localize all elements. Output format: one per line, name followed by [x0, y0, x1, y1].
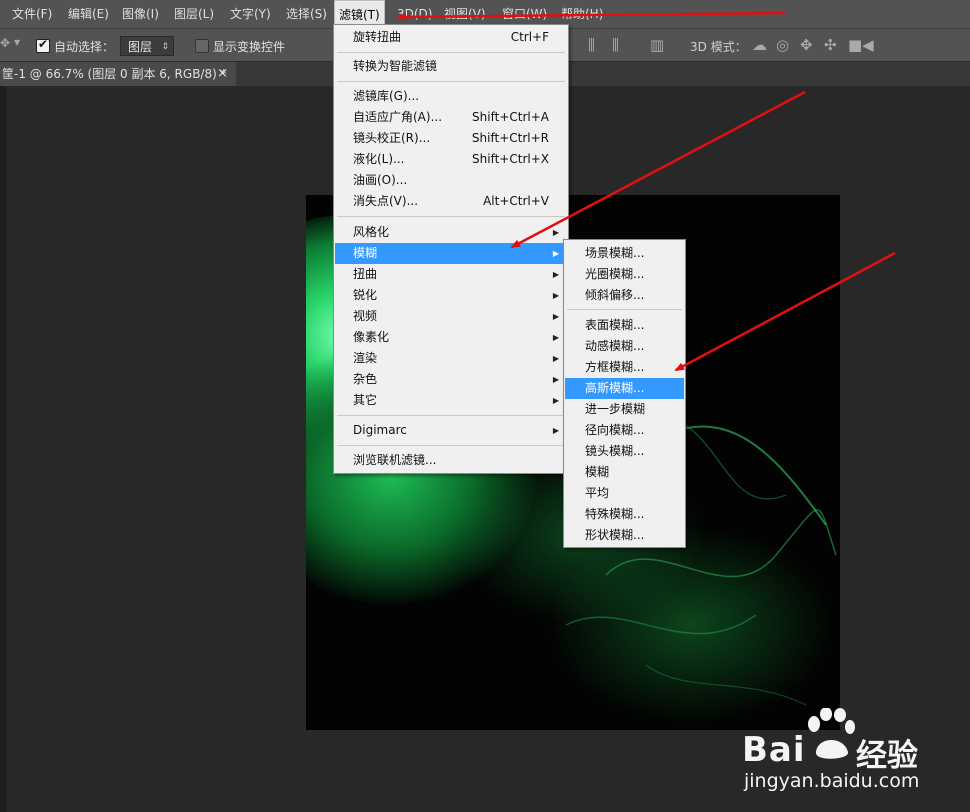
menu-item-smart-filter[interactable]: 转换为智能滤镜 — [335, 56, 567, 77]
auto-select-label: 自动选择： — [54, 40, 115, 54]
move-tool-icon[interactable]: ✥ — [0, 36, 10, 50]
menu-edit[interactable]: 编辑(E) — [68, 0, 109, 28]
menu-separator — [337, 52, 565, 53]
layer-select[interactable]: 图层 ⇕ — [120, 36, 174, 56]
menu-layer[interactable]: 图层(L) — [174, 0, 214, 28]
baidu-jingyan-watermark: Bai 经验 jingyan.baidu.com — [742, 708, 942, 800]
menu-separator — [337, 415, 565, 416]
menu-item-digimarc[interactable]: Digimarc ▶ — [335, 420, 567, 441]
submenu-item-average[interactable]: 平均 — [565, 483, 684, 504]
menu-separator — [337, 445, 565, 446]
menu-item-pixelate[interactable]: 像素化 ▶ — [335, 327, 567, 348]
menu-item-liquify[interactable]: 液化(L)... Shift+Ctrl+X — [335, 149, 567, 170]
submenu-arrow-icon: ▶ — [552, 354, 559, 363]
submenu-item-shape-blur[interactable]: 形状模糊... — [565, 525, 684, 546]
3d-roll-icon[interactable]: ◎ — [776, 36, 789, 54]
document-tab[interactable]: 筐-1 @ 66.7% (图层 0 副本 6, RGB/8) * × — [0, 62, 236, 86]
3d-slide-icon[interactable]: ✣ — [824, 36, 837, 54]
submenu-item-field-blur[interactable]: 场景模糊... — [565, 243, 684, 264]
3d-scale-icon[interactable]: ■◀ — [848, 36, 874, 54]
submenu-item-motion-blur[interactable]: 动感模糊... — [565, 336, 684, 357]
menu-item-video[interactable]: 视频 ▶ — [335, 306, 567, 327]
menu-image[interactable]: 图像(I) — [122, 0, 159, 28]
submenu-arrow-icon: ▶ — [552, 249, 559, 258]
submenu-item-blur[interactable]: 模糊 — [565, 462, 684, 483]
tool-preset-dropdown-icon[interactable]: ▼ — [14, 38, 20, 47]
submenu-item-lens-blur[interactable]: 镜头模糊... — [565, 441, 684, 462]
submenu-item-surface-blur[interactable]: 表面模糊... — [565, 315, 684, 336]
menu-item-filter-gallery[interactable]: 滤镜库(G)... — [335, 86, 567, 107]
watermark-brand-cn: 经验 — [856, 738, 918, 774]
menu-separator — [337, 216, 565, 217]
menu-item-distort[interactable]: 扭曲 ▶ — [335, 264, 567, 285]
paw-logo-icon — [808, 708, 855, 759]
menu-item-lens-correction[interactable]: 镜头校正(R)... Shift+Ctrl+R — [335, 128, 567, 149]
stepper-icon: ⇕ — [161, 42, 169, 52]
menu-item-browse-filters-online[interactable]: 浏览联机滤镜... — [335, 450, 567, 471]
3d-pan-icon[interactable]: ✥ — [800, 36, 813, 54]
3d-orbit-icon[interactable]: ☁ — [752, 36, 767, 54]
menu-item-twirl[interactable]: 旋转扭曲 Ctrl+F — [335, 27, 567, 48]
submenu-item-radial-blur[interactable]: 径向模糊... — [565, 420, 684, 441]
auto-select-checkbox[interactable]: ✔ — [36, 37, 50, 53]
checkmark-icon: ✔ — [38, 37, 49, 51]
submenu-arrow-icon: ▶ — [552, 228, 559, 237]
submenu-arrow-icon: ▶ — [552, 312, 559, 321]
blur-submenu: 场景模糊... 光圈模糊... 倾斜偏移... 表面模糊... 动感模糊... … — [563, 239, 686, 548]
show-transform-label: 显示变换控件 — [213, 40, 286, 54]
menu-item-noise[interactable]: 杂色 ▶ — [335, 369, 567, 390]
layer-select-value: 图层 — [128, 40, 153, 54]
menu-item-render[interactable]: 渲染 ▶ — [335, 348, 567, 369]
document-tab-title: 筐-1 @ 66.7% (图层 0 副本 6, RGB/8) * — [2, 67, 227, 81]
submenu-item-box-blur[interactable]: 方框模糊... — [565, 357, 684, 378]
submenu-arrow-icon: ▶ — [552, 291, 559, 300]
menu-separator — [567, 309, 682, 310]
filter-menu: 旋转扭曲 Ctrl+F 转换为智能滤镜 滤镜库(G)... 自适应广角(A)...… — [333, 24, 569, 474]
align-right-icon[interactable]: ⫼ — [612, 36, 619, 54]
3d-mode-label: 3D 模式： — [690, 40, 747, 54]
watermark-brand: Bai — [742, 730, 806, 770]
menu-select[interactable]: 选择(S) — [286, 0, 327, 28]
menu-item-other[interactable]: 其它 ▶ — [335, 390, 567, 411]
submenu-arrow-icon: ▶ — [552, 333, 559, 342]
submenu-arrow-icon: ▶ — [552, 375, 559, 384]
tool-panel-edge — [0, 86, 6, 812]
distribute-icon[interactable]: ▥ — [650, 36, 664, 54]
menu-item-vanishing-point[interactable]: 消失点(V)... Alt+Ctrl+V — [335, 191, 567, 212]
menu-item-stylize[interactable]: 风格化 ▶ — [335, 222, 567, 243]
menu-file[interactable]: 文件(F) — [12, 0, 52, 28]
show-transform-checkbox[interactable] — [195, 39, 209, 53]
menu-item-sharpen[interactable]: 锐化 ▶ — [335, 285, 567, 306]
close-tab-icon[interactable]: × — [217, 62, 228, 86]
submenu-item-smart-blur[interactable]: 特殊模糊... — [565, 504, 684, 525]
submenu-item-gaussian-blur[interactable]: 高斯模糊... — [565, 378, 684, 399]
submenu-item-iris-blur[interactable]: 光圈模糊... — [565, 264, 684, 285]
watermark-url: jingyan.baidu.com — [744, 770, 920, 792]
menu-item-oil-paint[interactable]: 油画(O)... — [335, 170, 567, 191]
menu-type[interactable]: 文字(Y) — [230, 0, 271, 28]
menu-item-adaptive-wide-angle[interactable]: 自适应广角(A)... Shift+Ctrl+A — [335, 107, 567, 128]
menu-separator — [337, 81, 565, 82]
menu-item-blur[interactable]: 模糊 ▶ — [335, 243, 567, 264]
submenu-item-tilt-shift[interactable]: 倾斜偏移... — [565, 285, 684, 306]
submenu-arrow-icon: ▶ — [552, 270, 559, 279]
align-center-icon[interactable]: ⫼ — [588, 36, 595, 54]
submenu-arrow-icon: ▶ — [552, 426, 559, 435]
submenu-item-blur-more[interactable]: 进一步模糊 — [565, 399, 684, 420]
submenu-arrow-icon: ▶ — [552, 396, 559, 405]
